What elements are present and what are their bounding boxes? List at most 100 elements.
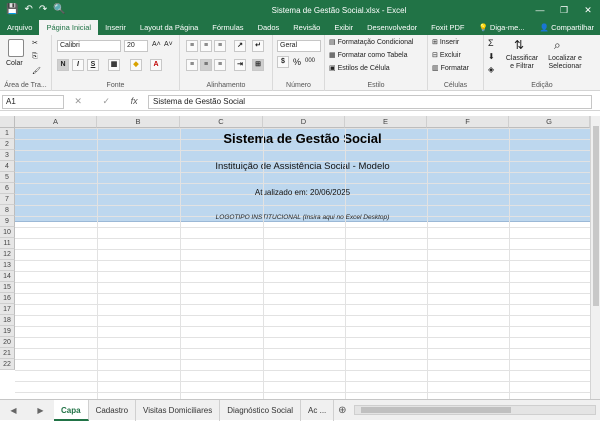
save-icon[interactable]: 💾 — [6, 0, 18, 20]
column-header-a[interactable]: A — [15, 116, 97, 128]
sheet-tab-2[interactable]: Visitas Domiciliares — [136, 399, 221, 421]
formula-input[interactable]: Sistema de Gestão Social — [148, 94, 592, 109]
sheet-tab-4[interactable]: Ac ... — [301, 399, 335, 421]
number-format-select[interactable]: Geral — [277, 40, 321, 52]
vertical-scroll-thumb[interactable] — [593, 126, 599, 306]
column-header-d[interactable]: D — [263, 116, 345, 128]
row-header-16[interactable]: 16 — [0, 293, 15, 304]
cell-institution[interactable]: Instituição de Assistência Social - Mode… — [15, 161, 590, 173]
align-right-icon[interactable]: ≡ — [214, 59, 226, 71]
delete-cells-button[interactable]: ⊟ Excluir — [432, 51, 461, 59]
horizontal-scrollbar[interactable] — [354, 405, 596, 415]
merge-center-icon[interactable]: ⊞ — [252, 59, 264, 71]
row-header-19[interactable]: 19 — [0, 326, 15, 337]
orientation-icon[interactable]: ↗ — [234, 40, 246, 52]
prev-sheet-icon[interactable]: ◀ — [10, 406, 16, 415]
paste-button[interactable] — [8, 39, 24, 57]
find-select-button[interactable]: Localizar e Selecionar — [542, 55, 588, 71]
font-name-select[interactable]: Calibri — [57, 40, 121, 52]
tab-6[interactable]: Revisão — [286, 20, 327, 35]
row-header-20[interactable]: 20 — [0, 337, 15, 348]
copy-icon[interactable]: ⎘ — [32, 53, 38, 61]
tab-1[interactable]: Página Inicial — [39, 20, 99, 35]
indent-icon[interactable]: ⇥ — [234, 59, 246, 71]
wrap-text-icon[interactable]: ↵ — [252, 40, 264, 52]
minimize-button[interactable]: — — [528, 0, 552, 20]
sheet-tab-0[interactable]: Capa — [54, 399, 89, 421]
worksheet-grid[interactable]: Sistema de Gestão Social Instituição de … — [0, 116, 590, 399]
share-button[interactable]: 👤 Compartilhar — [534, 20, 600, 35]
sheet-tab-1[interactable]: Cadastro — [89, 399, 137, 421]
print-preview-icon[interactable]: 🔍 — [53, 0, 65, 20]
undo-icon[interactable]: ↶ — [24, 0, 32, 20]
column-header-f[interactable]: F — [427, 116, 509, 128]
row-header-5[interactable]: 5 — [0, 172, 15, 183]
fill-color-icon[interactable]: ◆ — [130, 59, 142, 71]
shrink-font-button[interactable]: A˅ — [164, 41, 173, 48]
align-center-icon[interactable]: ≡ — [200, 59, 212, 71]
row-header-11[interactable]: 11 — [0, 238, 15, 249]
insert-cells-button[interactable]: ⊞ Inserir — [432, 38, 459, 46]
font-size-select[interactable]: 20 — [124, 40, 148, 52]
format-cells-button[interactable]: ▥ Formatar — [432, 64, 469, 72]
font-color-icon[interactable]: A — [150, 59, 162, 71]
row-header-8[interactable]: 8 — [0, 205, 15, 216]
row-header-18[interactable]: 18 — [0, 315, 15, 326]
conditional-format-button[interactable]: ▤ Formatação Condicional — [329, 38, 413, 46]
vertical-scrollbar[interactable] — [590, 116, 600, 399]
sheet-tab-3[interactable]: Diagnóstico Social — [220, 399, 302, 421]
row-header-6[interactable]: 6 — [0, 183, 15, 194]
clear-icon[interactable]: ◈ — [488, 65, 494, 74]
select-all-corner[interactable] — [0, 116, 15, 128]
tab-5[interactable]: Dados — [251, 20, 287, 35]
row-header-14[interactable]: 14 — [0, 271, 15, 282]
row-header-22[interactable]: 22 — [0, 359, 15, 370]
cancel-icon[interactable]: ✕ — [74, 96, 82, 107]
row-header-2[interactable]: 2 — [0, 139, 15, 150]
tab-8[interactable]: Desenvolvedor — [360, 20, 424, 35]
borders-icon[interactable]: ▦ — [108, 59, 120, 71]
align-top-icon[interactable]: ≡ — [186, 40, 198, 52]
column-header-c[interactable]: C — [180, 116, 263, 128]
cell-updated-date[interactable]: Atualizado em: 20/06/2025 — [15, 187, 590, 199]
tab-9[interactable]: Foxit PDF — [424, 20, 471, 35]
tab-0[interactable]: Arquivo — [0, 20, 39, 35]
fill-icon[interactable]: ⬇ — [488, 52, 495, 61]
sort-filter-button[interactable]: Classificar e Filtrar — [504, 55, 540, 71]
row-header-4[interactable]: 4 — [0, 161, 15, 172]
row-header-7[interactable]: 7 — [0, 194, 15, 205]
tab-10[interactable]: 💡 Diga-me... — [472, 20, 532, 35]
horizontal-scroll-thumb[interactable] — [361, 407, 512, 413]
column-header-e[interactable]: E — [345, 116, 427, 128]
row-header-1[interactable]: 1 — [0, 128, 15, 139]
row-header-12[interactable]: 12 — [0, 249, 15, 260]
enter-icon[interactable]: ✓ — [102, 96, 110, 107]
format-table-button[interactable]: ▦ Formatar como Tabela — [329, 51, 407, 59]
column-header-b[interactable]: B — [97, 116, 180, 128]
align-middle-icon[interactable]: ≡ — [200, 40, 212, 52]
row-header-17[interactable]: 17 — [0, 304, 15, 315]
tab-4[interactable]: Fórmulas — [205, 20, 250, 35]
next-sheet-icon[interactable]: ▶ — [37, 406, 43, 415]
row-header-13[interactable]: 13 — [0, 260, 15, 271]
bold-button[interactable]: N — [57, 59, 69, 71]
row-header-9[interactable]: 9 — [0, 216, 15, 227]
close-button[interactable]: ✕ — [576, 0, 600, 20]
grow-font-button[interactable]: A˄ — [152, 41, 161, 48]
format-painter-icon[interactable]: 🖌 — [32, 67, 41, 75]
name-box[interactable]: A1 — [2, 94, 64, 109]
autosum-icon[interactable]: Σ — [488, 38, 494, 48]
cell-styles-button[interactable]: ▣ Estilos de Célula — [329, 64, 390, 72]
cut-icon[interactable]: ✂ — [32, 39, 38, 47]
italic-button[interactable]: I — [72, 59, 84, 71]
row-header-3[interactable]: 3 — [0, 150, 15, 161]
cell-logo-placeholder[interactable]: LOGOTIPO INSTITUCIONAL (Insira aqui no E… — [15, 212, 590, 223]
row-header-21[interactable]: 21 — [0, 348, 15, 359]
cell-title[interactable]: Sistema de Gestão Social — [15, 128, 590, 150]
redo-icon[interactable]: ↷ — [39, 0, 47, 20]
align-bottom-icon[interactable]: ≡ — [214, 40, 226, 52]
row-header-10[interactable]: 10 — [0, 227, 15, 238]
align-left-icon[interactable]: ≡ — [186, 59, 198, 71]
percent-button[interactable]: % — [293, 57, 301, 67]
underline-button[interactable]: S — [87, 59, 99, 71]
